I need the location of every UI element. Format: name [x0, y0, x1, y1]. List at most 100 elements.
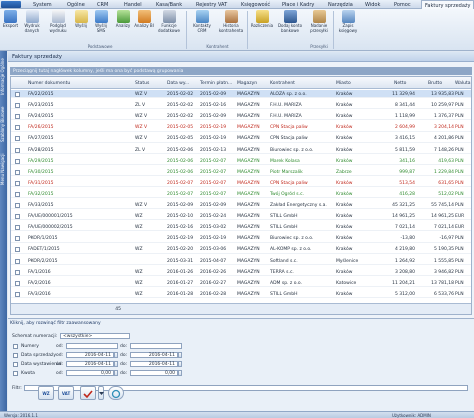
print-data-button[interactable]: Wydruk danych — [21, 10, 43, 33]
column-header-status[interactable]: Status — [135, 81, 149, 86]
row-checkbox[interactable] — [15, 269, 20, 275]
menu-system[interactable]: System — [33, 2, 52, 8]
menu-ksiegowosc[interactable]: Księgowość — [241, 2, 270, 8]
table-row[interactable]: FA/30/2015 2015-02-06 2015-02-07 MAGAZYN Pio… — [11, 168, 471, 176]
table-row[interactable]: PKOR/1/2015 2015-02-19 2015-02-19 MAGAZYN Bi… — [11, 234, 471, 243]
row-checkbox[interactable] — [15, 114, 20, 120]
table-row[interactable]: FA/27/2015 WZ V 2015-02-05 2015-02-19 MAGAZY… — [11, 134, 471, 143]
wz-document-button[interactable]: WZ — [38, 386, 54, 400]
amount-to-input[interactable]: 0,00 — [130, 370, 178, 376]
settlements-button[interactable]: Rozliczenia — [249, 10, 275, 29]
menu-crm[interactable]: CRM — [97, 2, 108, 8]
tab-faktury-sprzedazy[interactable]: Faktury sprzedaży — [421, 0, 474, 9]
numbers-checkbox[interactable] — [13, 344, 18, 349]
column-header-currency[interactable]: Waluta — [455, 81, 471, 86]
row-checkbox[interactable] — [15, 191, 20, 197]
table-row[interactable]: FA/33/2015 WZ V 2015-02-09 2015-02-09 MAGAZY… — [11, 201, 471, 210]
row-checkbox[interactable] — [15, 169, 20, 175]
menu-handel[interactable]: Handel — [124, 2, 142, 8]
tab-navigation-menu[interactable]: Menu Nawigacji — [0, 149, 7, 189]
table-row[interactable]: FA/23/2015 ZL V 2015-02-02 2015-02-16 MAGAZY… — [11, 101, 471, 110]
menu-pomoc[interactable]: Pomoc — [394, 2, 411, 8]
row-checkbox[interactable] — [15, 92, 20, 97]
column-header-date[interactable]: Data wy... — [167, 81, 189, 86]
crm-contacts-button[interactable]: Kontakty CRM — [189, 10, 215, 33]
sale-date-from-input[interactable]: 2016-04-11 — [66, 352, 114, 358]
row-checkbox[interactable] — [15, 147, 20, 153]
issue-date-to-spinner[interactable] — [178, 361, 182, 367]
row-checkbox[interactable] — [15, 247, 20, 253]
sale-date-from-spinner[interactable] — [114, 352, 118, 358]
table-row[interactable]: FA/26/2015 WZ V 2015-02-05 2015-02-19 MAGAZY… — [11, 123, 471, 132]
print-preview-button[interactable]: Podgląd wydruku — [46, 10, 70, 33]
confirm-check-button[interactable] — [80, 386, 96, 400]
column-header-gross[interactable]: Brutto — [428, 81, 442, 86]
sale-date-checkbox[interactable] — [13, 353, 18, 358]
amount-from-spinner[interactable] — [114, 370, 118, 376]
table-row[interactable]: FA/28/2015 ZL V 2015-02-06 2015-02-13 MAGAZY… — [11, 146, 471, 154]
column-header-city[interactable]: Miasto — [336, 81, 351, 86]
column-header-number[interactable]: Numer dokumentu — [28, 81, 70, 86]
menu-ogolne[interactable]: Ogólne — [67, 2, 85, 8]
amount-to-spinner[interactable] — [178, 370, 182, 376]
tab-office-templates[interactable]: Szablony Biurowe — [0, 103, 7, 145]
dropdown-arrow-button[interactable] — [98, 386, 104, 400]
add-bank-account-button[interactable]: Dodaj konto bankowe — [276, 10, 304, 33]
table-row[interactable]: FA/32/2015 2015-02-07 2015-02-07 MAGAZYN Twó… — [11, 190, 471, 199]
vat-document-button[interactable]: VAT — [58, 386, 74, 400]
extra-functions-button[interactable]: Funkcje dodatkowe — [155, 10, 183, 33]
table-row[interactable]: FADET/1/2015 WZ 2015-02-20 2015-03-06 MAGAZY… — [11, 245, 471, 254]
table-row[interactable]: FA/31/2015 2015-02-07 2015-02-07 MAGAZYN CPN… — [11, 179, 471, 188]
analysis-button[interactable]: Analizy — [113, 10, 133, 29]
send-sms-button[interactable]: Wyślij SMS — [92, 10, 110, 33]
send-button[interactable]: Wyślij — [73, 10, 89, 29]
menu-widok[interactable]: Widok — [365, 2, 380, 8]
row-checkbox[interactable] — [15, 291, 20, 297]
amount-from-input[interactable]: 0,00 — [66, 370, 114, 376]
sale-date-to-spinner[interactable] — [178, 352, 182, 358]
table-row[interactable]: PKOR/2/2015 2015-03-31 2015-04-07 MAGAZYN So… — [11, 257, 471, 265]
column-header-warehouse[interactable]: Magazyn — [237, 81, 257, 86]
export-button[interactable]: Eksport — [2, 10, 19, 29]
numbers-to-input[interactable] — [130, 343, 182, 349]
column-header-net[interactable]: Netto — [394, 81, 406, 86]
tab-general-info[interactable]: Informacje Ogólne — [0, 55, 7, 99]
advanced-filter-toggle[interactable]: Kliknij, aby rozwinąć filtr zaawansowany — [10, 321, 210, 328]
analysis-bi-button[interactable]: Analizy BI — [134, 10, 154, 29]
sale-date-to-input[interactable]: 2016-04-11 — [130, 352, 178, 358]
table-row[interactable]: FA/3/2016 WZ 2016-01-28 2016-02-28 MAGAZYN ST… — [11, 290, 471, 299]
menu-narzedzia[interactable]: Narzędzia — [328, 2, 353, 8]
refresh-button[interactable] — [108, 386, 124, 400]
issue-date-from-spinner[interactable] — [114, 361, 118, 367]
table-row[interactable]: FA/UE/000002/2015 WZ 2015-02-16 2015-03-02 M… — [11, 223, 471, 232]
amount-checkbox[interactable] — [13, 371, 18, 376]
table-row[interactable]: FA/24/2015 WZ V 2015-02-02 2015-02-09 MAGAZY… — [11, 112, 471, 121]
row-checkbox[interactable] — [15, 203, 20, 208]
issue-date-to-input[interactable]: 2016-04-11 — [130, 361, 178, 367]
menu-kasa-bank[interactable]: Kasa/Bank — [156, 2, 182, 8]
table-row[interactable]: FA/29/2015 2015-02-06 2015-02-07 MAGAZYN Mar… — [11, 157, 471, 165]
numbers-from-input[interactable] — [66, 343, 118, 349]
row-checkbox[interactable] — [15, 214, 20, 220]
contractor-history-button[interactable]: Historia kontrahenta — [217, 10, 245, 33]
table-row[interactable]: FA/2/2016 WZ 2016-01-27 2016-02-27 MAGAZYN AD… — [11, 279, 471, 287]
issue-date-checkbox[interactable] — [13, 362, 18, 367]
table-row[interactable]: FA/22/2015 WZ V 2015-02-02 2015-02-09 MAGAZY… — [11, 90, 471, 99]
row-checkbox[interactable] — [15, 180, 20, 186]
column-header-due[interactable]: Termin płatn... — [200, 81, 232, 86]
column-header-contractor[interactable]: Kontrahent — [270, 81, 295, 86]
row-checkbox[interactable] — [15, 280, 20, 286]
issue-date-from-input[interactable]: 2016-04-11 — [66, 361, 114, 367]
row-checkbox[interactable] — [15, 236, 20, 242]
menu-place-kadry[interactable]: Płace i Kadry — [282, 2, 314, 8]
row-checkbox[interactable] — [15, 225, 20, 231]
accounting-entry-button[interactable]: Zapis księgowy — [335, 10, 361, 33]
row-checkbox[interactable] — [15, 258, 20, 264]
table-row[interactable]: FA/1/2016 WZ 2016-01-26 2016-02-26 MAGAZYN TE… — [11, 268, 471, 276]
row-checkbox[interactable] — [15, 103, 20, 109]
numbering-scheme-select[interactable]: <wszystkie> — [60, 333, 130, 339]
row-checkbox[interactable] — [15, 136, 20, 142]
table-row[interactable]: FA/UE/000001/2015 WZ 2015-02-10 2015-02-24 M… — [11, 212, 471, 221]
row-checkbox[interactable] — [15, 158, 20, 164]
shipment-button[interactable]: Nadanie przesyłki — [306, 10, 332, 33]
